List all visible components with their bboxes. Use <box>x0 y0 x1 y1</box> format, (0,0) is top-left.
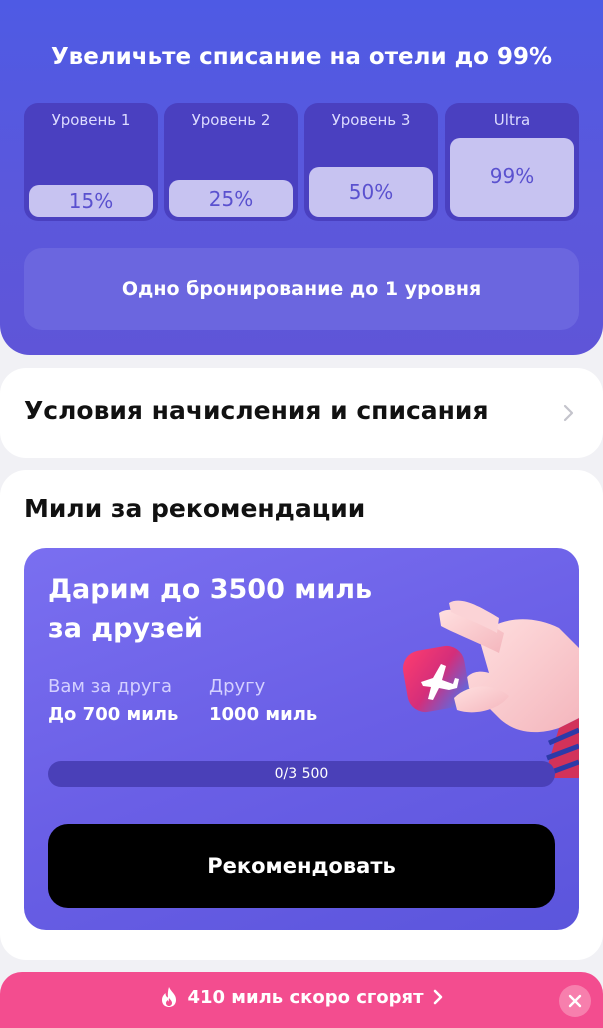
chevron-right-icon <box>433 989 442 1005</box>
level-value: 50% <box>309 167 433 217</box>
level-value: 15% <box>29 185 153 217</box>
miles-expiry-bar[interactable]: 410 миль скоро сгорят <box>0 972 603 1028</box>
expiry-message: 410 миль скоро сгорят <box>187 986 424 1008</box>
progress-text: 0/3 500 <box>274 766 329 782</box>
hand-with-plane-icon <box>402 600 579 778</box>
conditions-title: Условия начисления и списания <box>24 396 489 425</box>
level-card-1: Уровень 1 15% <box>24 103 158 221</box>
recommend-button[interactable]: Рекомендовать <box>48 824 555 908</box>
referrals-section: Мили за рекомендации Дарим до 3500 миль … <box>0 470 603 960</box>
friend-gets-value: 1000 миль <box>209 704 318 725</box>
you-get-value: До 700 миль <box>48 704 179 725</box>
level-card-3: Уровень 3 50% <box>304 103 438 221</box>
you-get-label: Вам за друга <box>48 676 173 697</box>
level-card-ultra: Ultra 99% <box>445 103 579 221</box>
banner-title: Увеличьте списание на отели до 99% <box>50 44 553 70</box>
level-label: Ultra <box>493 111 531 129</box>
friend-gets-label: Другу <box>209 676 266 697</box>
hotel-discount-banner: Увеличьте списание на отели до 99% Урове… <box>0 0 603 355</box>
close-icon <box>568 994 582 1008</box>
promo-headline: Дарим до 3500 миль за друзей <box>48 574 373 644</box>
level-label: Уровень 3 <box>331 111 411 129</box>
chevron-right-icon <box>563 404 574 422</box>
referral-promo-card: Дарим до 3500 миль за друзей Вам за друг… <box>24 548 579 930</box>
referrals-title: Мили за рекомендации <box>24 494 366 523</box>
referral-progress-bar: 0/3 500 <box>48 761 555 787</box>
close-button[interactable] <box>559 985 591 1017</box>
level-label: Уровень 1 <box>51 111 131 129</box>
fire-icon <box>162 987 177 1007</box>
conditions-link[interactable]: Условия начисления и списания <box>0 368 603 458</box>
level-value: 25% <box>169 180 293 217</box>
level-value: 99% <box>450 138 574 217</box>
level-card-2: Уровень 2 25% <box>164 103 298 221</box>
booking-note: Одно бронирование до 1 уровня <box>24 248 579 330</box>
level-label: Уровень 2 <box>191 111 271 129</box>
expiry-link[interactable]: 410 миль скоро сгорят <box>0 986 603 1008</box>
